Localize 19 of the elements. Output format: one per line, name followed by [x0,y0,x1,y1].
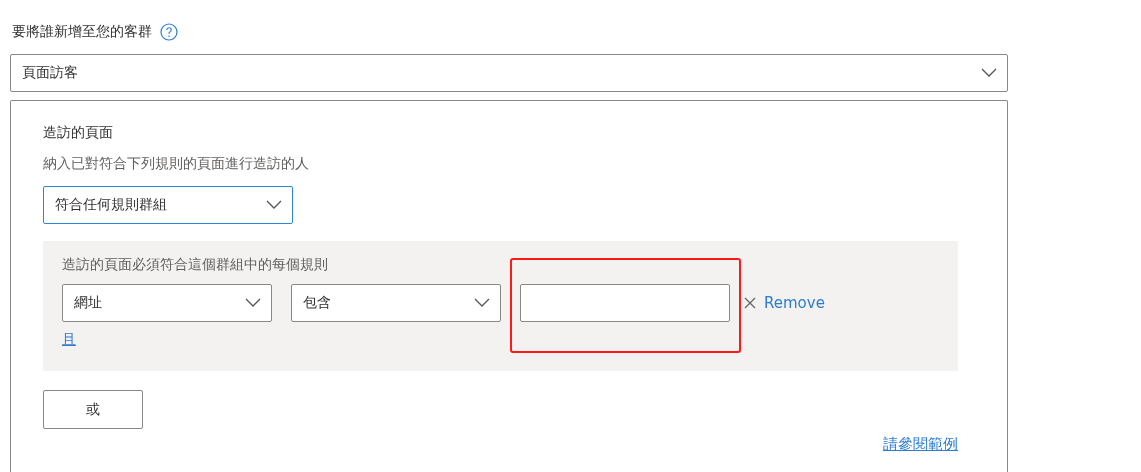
chevron-down-icon [981,68,997,78]
value-input[interactable] [520,284,730,322]
help-icon[interactable] [160,23,178,41]
examples-link[interactable]: 請參閱範例 [883,435,958,454]
chevron-down-icon [245,298,261,308]
field-label: 要將誰新增至您的客群 [12,23,152,41]
section-title: 造訪的頁面 [43,123,114,142]
dropdown[interactable]: 符合任何規則群組 [43,186,293,224]
dropdown[interactable]: 網址 [62,284,272,322]
dropdown[interactable]: 包含 [291,284,501,322]
group-label: 造訪的頁面必須符合這個群組中的每個規則 [62,255,329,274]
dropdown[interactable]: 頁面訪客 [10,54,1008,92]
and-link[interactable]: 且 [62,331,76,349]
close-icon [744,297,756,309]
remove-link[interactable]: Remove [744,294,825,312]
or-button[interactable]: 或 [43,390,143,429]
chevron-down-icon [474,298,490,308]
chevron-down-icon [266,200,282,210]
description: 納入已對符合下列規則的頁面進行造訪的人 [43,154,310,173]
